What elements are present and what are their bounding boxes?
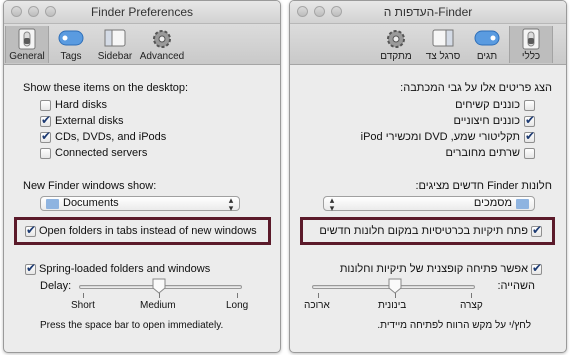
- delay-long-label: ארוכה: [304, 300, 330, 311]
- delay-slider-thumb[interactable]: [152, 278, 166, 294]
- connected-servers-label: Connected servers: [55, 147, 148, 159]
- preferences-toolbar: General Tags Sidebar Advanced: [4, 24, 280, 65]
- new-windows-label: New Finder windows show:: [23, 180, 157, 192]
- cds-dvds-ipods-label: תקליטורי שמע, DVD ומכשירי iPod: [360, 131, 520, 143]
- tab-tags[interactable]: תגים: [465, 26, 509, 63]
- open-in-tabs-checkbox[interactable]: [25, 223, 36, 237]
- slider-tick: [159, 293, 160, 298]
- external-disks-label: External disks: [55, 115, 124, 127]
- hard-disks-checkbox[interactable]: [524, 100, 535, 111]
- new-windows-value: Documents: [63, 197, 119, 209]
- slider-tick: [83, 293, 84, 298]
- general-switch-icon: [18, 28, 36, 50]
- desktop-items-heading: הצג פריטים אלו על גבי המכתבה:: [400, 82, 552, 94]
- finder-preferences-window-hebrew: העדפות ה-Finder מתקדם סרגל צד תגים כללי …: [289, 0, 567, 353]
- new-windows-popup[interactable]: Documents ▴ ▾: [40, 195, 240, 213]
- delay-long-label: Long: [226, 300, 249, 311]
- new-windows-value: מסמכים: [473, 197, 512, 209]
- cds-dvds-ipods-label: CDs, DVDs, and iPods: [55, 131, 167, 143]
- popup-arrows-icon: ▴ ▾: [329, 195, 335, 213]
- external-disks-checkbox[interactable]: [524, 113, 535, 127]
- window-title: Finder Preferences: [90, 5, 194, 19]
- spring-loaded-checkbox[interactable]: [25, 261, 36, 275]
- slider-tick: [395, 293, 396, 298]
- hard-disks-label: Hard disks: [55, 99, 107, 111]
- gear-icon: [153, 30, 171, 48]
- connected-servers-checkbox[interactable]: [524, 148, 535, 159]
- finder-preferences-window-english: Finder Preferences General Tags Sidebar: [3, 0, 281, 353]
- delay-label: השהייה:: [497, 280, 536, 292]
- hard-disks-checkbox[interactable]: [40, 100, 51, 111]
- delay-medium-label: בינונית: [378, 300, 407, 311]
- connected-servers-label: שרתים מחוברים: [445, 147, 520, 159]
- window-title: העדפות ה-Finder: [383, 5, 473, 19]
- tab-general[interactable]: General: [5, 26, 49, 63]
- slider-tick: [471, 293, 472, 298]
- general-pane: Show these items on the desktop: Hard di…: [4, 65, 280, 352]
- spring-loaded-label: Spring-loaded folders and windows: [39, 263, 211, 275]
- open-in-tabs-label: פתח תיקיות בכרטיסיות במקום חלונות חדשים: [319, 225, 528, 237]
- external-disks-checkbox[interactable]: [40, 113, 51, 127]
- general-pane: הצג פריטים אלו על גבי המכתבה: כוננים קשי…: [290, 65, 566, 352]
- spring-loaded-checkbox[interactable]: [531, 261, 542, 275]
- popup-arrows-icon: ▴ ▾: [228, 195, 234, 213]
- tags-icon: [58, 30, 84, 46]
- space-bar-footnote: לחץ/י על מקש הרווח לפתיחה מיידית.: [377, 320, 531, 331]
- title-bar: העדפות ה-Finder: [290, 1, 566, 24]
- preferences-toolbar: מתקדם סרגל צד תגים כללי: [290, 24, 566, 65]
- delay-short-label: קצרה: [460, 300, 483, 311]
- space-bar-footnote: Press the space bar to open immediately.: [40, 320, 224, 331]
- tab-general[interactable]: כללי: [509, 26, 553, 63]
- slider-tick: [237, 293, 238, 298]
- hard-disks-label: כוננים קשיחים: [455, 99, 520, 111]
- delay-slider-thumb[interactable]: [388, 278, 402, 294]
- tab-tags[interactable]: Tags: [49, 26, 93, 63]
- sidebar-icon: [432, 29, 454, 47]
- tab-sidebar[interactable]: Sidebar: [93, 26, 137, 63]
- slider-tick: [318, 293, 319, 298]
- new-windows-label: חלונות Finder חדשים מציגים:: [415, 180, 553, 192]
- delay-label: Delay:: [40, 280, 72, 292]
- tab-sidebar[interactable]: סרגל צד: [421, 26, 465, 63]
- external-disks-label: כוננים חיצוניים: [453, 115, 520, 127]
- general-switch-icon: [522, 28, 540, 50]
- new-windows-popup[interactable]: ▴ ▾ מסמכים: [323, 195, 535, 213]
- open-in-tabs-label: Open folders in tabs instead of new wind…: [39, 225, 257, 237]
- delay-medium-label: Medium: [140, 300, 176, 311]
- cds-dvds-ipods-checkbox[interactable]: [524, 129, 535, 143]
- folder-icon: [46, 199, 59, 209]
- gear-icon: [387, 30, 405, 48]
- title-bar: Finder Preferences: [4, 1, 280, 24]
- spring-loaded-label: אפשר פתיחה קופצנית של תיקיות וחלונות: [339, 263, 528, 275]
- delay-short-label: Short: [71, 300, 95, 311]
- tab-advanced[interactable]: מתקדם: [371, 26, 421, 63]
- cds-dvds-ipods-checkbox[interactable]: [40, 129, 51, 143]
- folder-icon: [516, 199, 529, 209]
- tab-advanced[interactable]: Advanced: [137, 26, 187, 63]
- connected-servers-checkbox[interactable]: [40, 148, 51, 159]
- tags-icon: [474, 30, 500, 46]
- desktop-items-heading: Show these items on the desktop:: [23, 82, 189, 94]
- sidebar-icon: [104, 29, 126, 47]
- open-in-tabs-checkbox[interactable]: [531, 223, 542, 237]
